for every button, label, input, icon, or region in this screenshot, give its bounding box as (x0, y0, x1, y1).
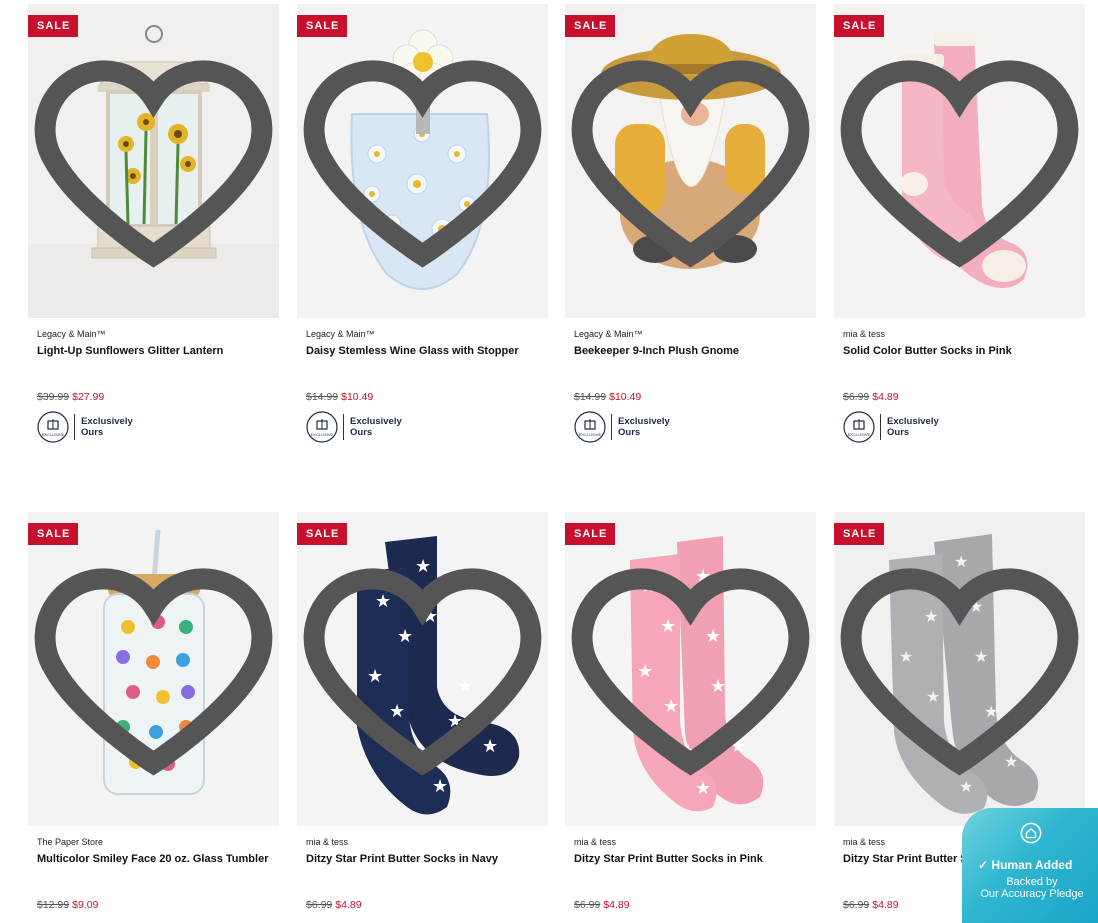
badge-circle-text: EXCLUSIVE (311, 432, 334, 437)
widget-title: Human Added (991, 858, 1073, 872)
sale-price: $4.89 (872, 391, 899, 403)
house-icon (1020, 822, 1042, 844)
product-image[interactable]: SALE (28, 512, 279, 826)
badge-circle-text: EXCLUSIVE (848, 432, 871, 437)
heart-outline-icon[interactable] (297, 512, 548, 826)
product-image[interactable]: ★ ★ ★ ★ ★ ★ ★ ★ ★ ★ ★ ★ SALE (834, 512, 1085, 826)
check-circle-icon: ✓ (978, 858, 989, 872)
original-price: $14.99 (306, 391, 339, 403)
product-name[interactable]: Ditzy Star Print Butter Socks in Pink (574, 853, 763, 865)
product-image[interactable]: ★ ★ ★ ★ ★ ★ ★ ★ ★ ★ ★ SALE (297, 512, 548, 826)
product-price: $6.99 $4.89 (843, 391, 899, 403)
product-brand: mia & tess (843, 837, 886, 847)
gift-badge-icon: EXCLUSIVE (37, 411, 69, 443)
sale-price: $10.49 (341, 391, 374, 403)
heart-outline-icon[interactable] (297, 4, 548, 318)
sale-price: $4.89 (335, 899, 362, 911)
sale-price: $27.99 (72, 391, 105, 403)
exclusive-badge: EXCLUSIVE Exclusively Ours (843, 410, 939, 444)
accuracy-pledge-widget[interactable]: ✓ Human Added Backed by Our Accuracy Pled… (962, 808, 1098, 923)
widget-line-2: Our Accuracy Pledge (980, 888, 1084, 900)
heart-outline-icon[interactable] (565, 4, 816, 318)
product-name[interactable]: Ditzy Star Print Butter Socks in Navy (306, 853, 498, 865)
widget-line-1: Backed by (1006, 876, 1058, 888)
product-image[interactable]: SALE (297, 4, 548, 318)
exclusive-badge: EXCLUSIVE Exclusively Ours (37, 410, 133, 444)
sale-price: $4.89 (872, 899, 899, 911)
product-brand: mia & tess (574, 837, 617, 847)
product-brand: The Paper Store (37, 837, 104, 847)
product-name[interactable]: Daisy Stemless Wine Glass with Stopper (306, 345, 519, 357)
exclusive-line-1: Exclusively (350, 416, 402, 427)
product-image[interactable]: SALE (565, 4, 816, 318)
divider (880, 414, 881, 440)
divider (343, 414, 344, 440)
exclusive-line-1: Exclusively (887, 416, 939, 427)
product-brand: Legacy & Main™ (37, 329, 106, 339)
sale-price: $4.89 (603, 899, 630, 911)
product-price: $12.99 $9.09 (37, 899, 98, 911)
gift-badge-icon: EXCLUSIVE (306, 411, 338, 443)
product-brand: mia & tess (306, 837, 349, 847)
widget-subtitle: Backed by Our Accuracy Pledge (962, 876, 1098, 900)
exclusive-badge: EXCLUSIVE Exclusively Ours (574, 410, 670, 444)
exclusive-badge: EXCLUSIVE Exclusively Ours (306, 410, 402, 444)
product-image[interactable]: SALE (28, 4, 279, 318)
product-brand: mia & tess (843, 329, 886, 339)
product-price: $6.99 $4.89 (574, 899, 630, 911)
badge-circle-text: EXCLUSIVE (42, 432, 65, 437)
product-name[interactable]: Light-Up Sunflowers Glitter Lantern (37, 345, 223, 357)
exclusive-line-2: Ours (887, 427, 910, 438)
product-price: $39.99 $27.99 (37, 391, 104, 403)
gift-badge-icon: EXCLUSIVE (574, 411, 606, 443)
heart-outline-icon[interactable] (28, 4, 279, 318)
product-name[interactable]: Solid Color Butter Socks in Pink (843, 345, 1012, 357)
product-price: $14.99 $10.49 (306, 391, 373, 403)
sale-price: $10.49 (609, 391, 642, 403)
heart-outline-icon[interactable] (834, 512, 1085, 826)
exclusive-line-1: Exclusively (618, 416, 670, 427)
exclusive-line-2: Ours (81, 427, 104, 438)
heart-outline-icon[interactable] (565, 512, 816, 826)
exclusive-line-2: Ours (618, 427, 641, 438)
original-price: $39.99 (37, 391, 70, 403)
product-price: $14.99 $10.49 (574, 391, 641, 403)
gift-badge-icon: EXCLUSIVE (843, 411, 875, 443)
original-price: $12.99 (37, 899, 70, 911)
product-name[interactable]: Multicolor Smiley Face 20 oz. Glass Tumb… (37, 853, 268, 865)
original-price: $14.99 (574, 391, 607, 403)
exclusive-line-1: Exclusively (81, 416, 133, 427)
original-price: $6.99 (843, 899, 870, 911)
product-price: $6.99 $4.89 (306, 899, 362, 911)
sale-price: $9.09 (72, 899, 99, 911)
original-price: $6.99 (574, 899, 601, 911)
original-price: $6.99 (306, 899, 333, 911)
product-brand: Legacy & Main™ (574, 329, 643, 339)
divider (611, 414, 612, 440)
badge-circle-text: EXCLUSIVE (579, 432, 602, 437)
exclusive-line-2: Ours (350, 427, 373, 438)
product-price: $6.99 $4.89 (843, 899, 899, 911)
widget-title-row: ✓ Human Added (978, 858, 1072, 872)
product-image[interactable]: ★ ★ ★ ★ ★ ★ ★ ★ ★ ★ SALE (565, 512, 816, 826)
heart-outline-icon[interactable] (28, 512, 279, 826)
product-name[interactable]: Beekeeper 9-Inch Plush Gnome (574, 345, 739, 357)
product-image[interactable]: SALE (834, 4, 1085, 318)
product-brand: Legacy & Main™ (306, 329, 375, 339)
original-price: $6.99 (843, 391, 870, 403)
divider (74, 414, 75, 440)
heart-outline-icon[interactable] (834, 4, 1085, 318)
